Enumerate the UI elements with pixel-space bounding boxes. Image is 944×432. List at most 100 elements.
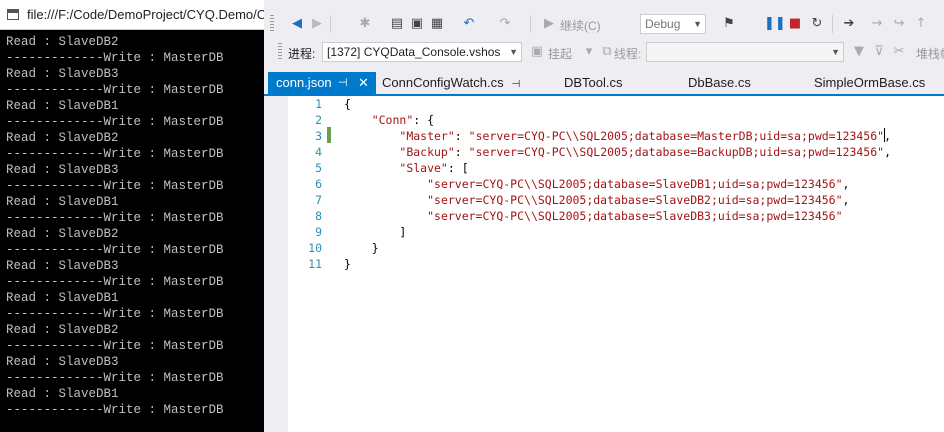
editor-margin [264, 96, 288, 432]
visual-studio-window: ◀ ▶ ✱ ▤ ▣ ▦ ↶ ↷ ▶ 继续(C) Debug ▼ ⚑ ❚❚ ■ ↻ … [264, 0, 944, 432]
pin-icon[interactable]: ⊣ [512, 79, 521, 90]
console-line: Read : SlaveDB1 [6, 291, 119, 305]
code-line: "server=CYQ-PC\\SQL2005;database=SlaveDB… [427, 177, 850, 191]
tab-conn-json[interactable]: conn.json ⊣ ✕ [268, 72, 376, 94]
tab-connconfigwatch[interactable]: ConnConfigWatch.cs ⊣ [382, 72, 520, 94]
code-line: "Backup": "server=CYQ-PC\\SQL2005;databa… [399, 145, 891, 159]
lifecycle-events-icon[interactable]: ▣ [528, 43, 546, 61]
console-line: Read : SlaveDB2 [6, 131, 119, 145]
code-line: } [344, 257, 351, 271]
line-number: 3 [315, 129, 322, 143]
line-number: 7 [315, 193, 322, 207]
stop-icon[interactable]: ■ [786, 15, 804, 33]
line-number: 2 [315, 113, 322, 127]
redo-icon[interactable]: ↷ [496, 15, 514, 33]
back-icon[interactable]: ◀ [288, 15, 306, 33]
config-combo[interactable]: Debug ▼ [640, 14, 706, 34]
toolbar-grip[interactable] [270, 15, 274, 33]
console-line: -------------Write : MasterDB [6, 51, 224, 65]
code-line: "Slave": [ [399, 161, 469, 175]
undo-icon[interactable]: ↶ [460, 15, 478, 33]
filter-clear-icon[interactable]: ⊽ [870, 43, 888, 61]
code-line: { [344, 97, 351, 111]
step-into-icon[interactable]: → [868, 15, 886, 33]
tab-simpleormbase[interactable]: SimpleOrmBase.cs [814, 72, 925, 94]
console-line: Read : SlaveDB2 [6, 323, 119, 337]
tab-label: SimpleOrmBase.cs [814, 75, 926, 90]
continue-icon[interactable]: ▶ [540, 15, 558, 33]
pause-icon[interactable]: ❚❚ [764, 15, 786, 33]
step-over-icon[interactable]: ↪ [890, 15, 908, 33]
line-number: 4 [315, 145, 322, 159]
chevron-down-icon: ▾ [585, 44, 593, 59]
attach-icon[interactable]: ⚑ [720, 15, 738, 33]
chevron-down-icon: ▼ [693, 19, 702, 29]
console-output: Read : SlaveDB2 -------------Write : Mast… [0, 30, 264, 432]
console-line: Read : SlaveDB3 [6, 67, 119, 81]
filter-icon[interactable]: ▼ [850, 43, 868, 61]
tab-label: DbBase.cs [688, 75, 751, 90]
code-line: ] [344, 225, 407, 239]
suspend-label[interactable]: 挂起 [548, 45, 572, 62]
console-title: file:///F:/Code/DemoProject/CYQ.Demo/C [27, 7, 267, 22]
line-number: 8 [315, 209, 322, 223]
new-project-icon[interactable]: ✱ [356, 15, 374, 33]
line-number: 1 [315, 97, 322, 111]
code-line: "server=CYQ-PC\\SQL2005;database=SlaveDB… [427, 193, 850, 207]
text-cursor [884, 128, 885, 142]
code-line: "Conn": { [371, 113, 435, 127]
chevron-down-icon: ▼ [509, 47, 518, 57]
forward-icon[interactable]: ▶ [308, 15, 326, 33]
tab-dbtool[interactable]: DBTool.cs [564, 72, 623, 94]
console-line: -------------Write : MasterDB [6, 147, 224, 161]
code-line: "server=CYQ-PC\\SQL2005;database=SlaveDB… [427, 209, 843, 223]
line-number: 6 [315, 177, 322, 191]
close-icon[interactable]: ✕ [358, 72, 369, 94]
change-marker [327, 127, 331, 143]
tab-label: ConnConfigWatch.cs [382, 75, 504, 90]
process-label: 进程: [288, 47, 316, 61]
line-number: 9 [315, 225, 322, 239]
console-line: Read : SlaveDB1 [6, 195, 119, 209]
process-combo[interactable]: [1372] CYQData_Console.vshos ▼ [322, 42, 522, 62]
show-next-statement-icon[interactable]: ➔ [840, 15, 858, 33]
collapse-icon[interactable]: ✂ [890, 43, 908, 61]
console-window-icon [7, 9, 19, 20]
save-all-icon[interactable]: ▦ [428, 15, 446, 33]
console-title-bar[interactable]: file:///F:/Code/DemoProject/CYQ.Demo/C [0, 0, 267, 30]
open-file-icon[interactable]: ▤ [388, 15, 406, 33]
console-line: -------------Write : MasterDB [6, 403, 224, 417]
toolbar-grip[interactable] [278, 43, 282, 61]
save-icon[interactable]: ▣ [408, 15, 426, 33]
console-line: Read : SlaveDB3 [6, 355, 119, 369]
debug-location-toolbar: 进程: [1372] CYQData_Console.vshos ▼ ▣ 挂起 ▾… [264, 38, 944, 66]
thread-combo[interactable]: ▼ [646, 42, 844, 62]
line-number: 10 [308, 241, 322, 255]
tab-label: DBTool.cs [564, 75, 623, 90]
console-line: -------------Write : MasterDB [6, 275, 224, 289]
console-line: Read : SlaveDB3 [6, 259, 119, 273]
continue-button[interactable]: 继续(C) [560, 17, 601, 34]
console-line: Read : SlaveDB3 [6, 163, 119, 177]
chevron-down-icon: ▼ [831, 47, 840, 57]
line-number: 5 [315, 161, 322, 175]
tab-dbbase[interactable]: DbBase.cs [688, 72, 751, 94]
process-combo-value: [1372] CYQData_Console.vshos [327, 45, 501, 59]
document-tabs: conn.json ⊣ ✕ ConnConfigWatch.cs ⊣ DBTool… [264, 72, 944, 94]
console-line: Read : SlaveDB2 [6, 35, 119, 49]
console-line: -------------Write : MasterDB [6, 243, 224, 257]
standard-toolbar: ◀ ▶ ✱ ▤ ▣ ▦ ↶ ↷ ▶ 继续(C) Debug ▼ ⚑ ❚❚ ■ ↻ … [264, 10, 944, 38]
pin-icon[interactable]: ⊣ [338, 72, 348, 94]
console-line: -------------Write : MasterDB [6, 371, 224, 385]
code-line: } [344, 241, 379, 255]
config-combo-value: Debug [645, 17, 681, 31]
thread-label: 线程: [614, 47, 642, 61]
step-out-icon[interactable]: ↑ [912, 15, 930, 33]
console-line: Read : SlaveDB1 [6, 387, 119, 401]
console-line: -------------Write : MasterDB [6, 307, 224, 321]
restart-icon[interactable]: ↻ [808, 15, 826, 33]
console-window: file:///F:/Code/DemoProject/CYQ.Demo/C R… [0, 0, 267, 432]
line-number: 11 [308, 257, 322, 271]
stack-frame-label: 堆栈帧 [916, 47, 944, 61]
menu-bar [264, 0, 944, 10]
